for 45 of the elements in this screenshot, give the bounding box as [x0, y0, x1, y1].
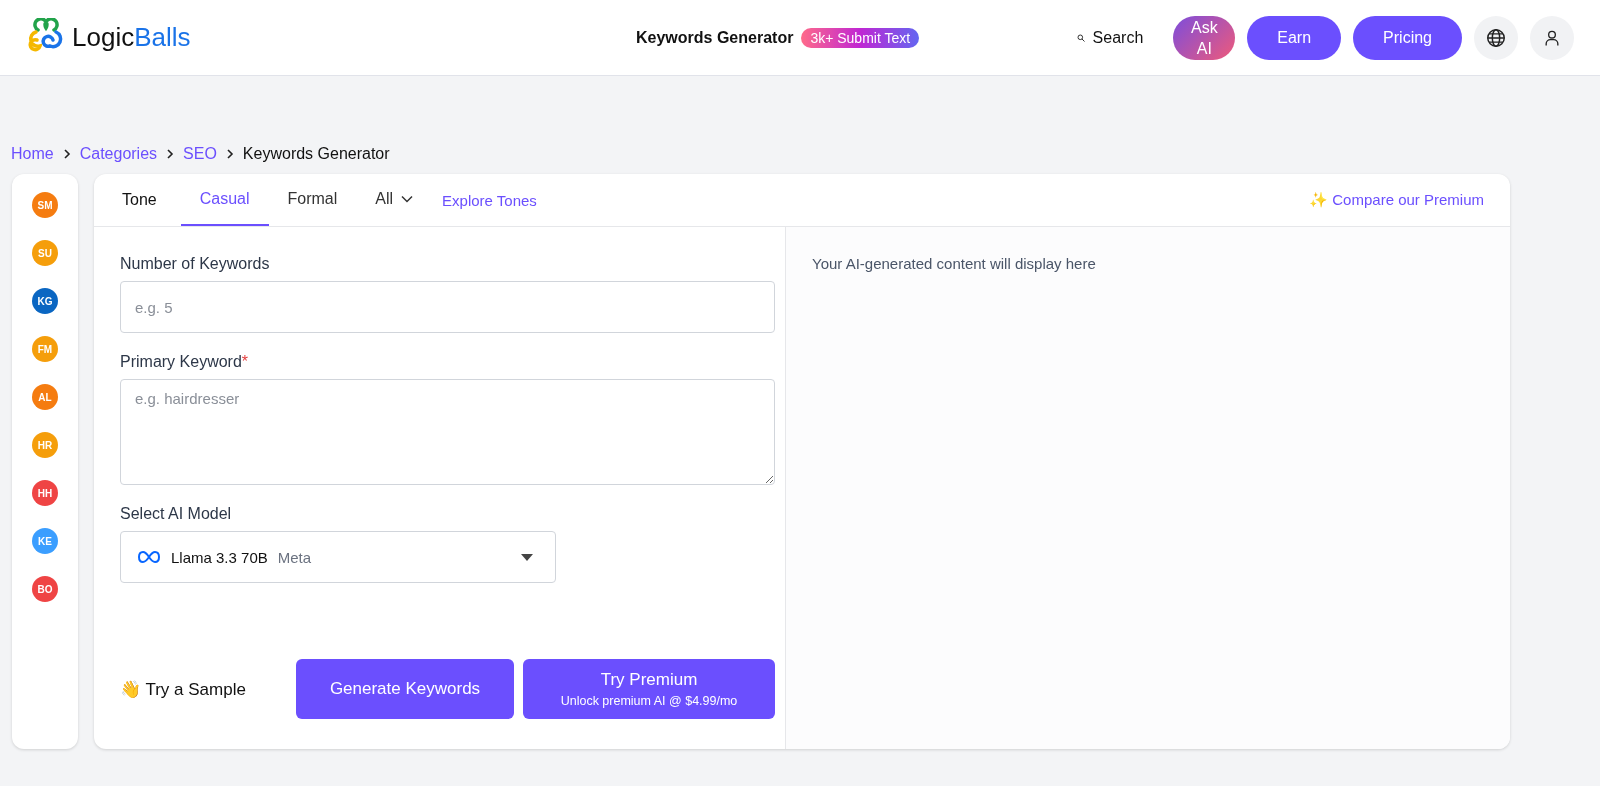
breadcrumb-current: Keywords Generator [242, 145, 390, 163]
submit-badge[interactable]: 3k+ Submit Text [801, 27, 920, 48]
logo-wordmark[interactable]: LogicBalls [72, 22, 191, 53]
avatar-circle[interactable]: AL [32, 384, 58, 410]
model-select[interactable]: Llama 3.3 70B Meta [120, 531, 556, 583]
compare-premium-link[interactable]: ✨ Compare our Premium [1309, 174, 1484, 226]
input-field[interactable]: e.g. 5 [120, 281, 775, 333]
chevron-right-icon [165, 148, 176, 160]
chevron-right-icon [224, 148, 235, 160]
field-label: Primary Keyword* [120, 353, 249, 371]
avatar-circle[interactable]: KE [32, 528, 58, 554]
search-button[interactable]: Search [1070, 27, 1150, 48]
ask-ai-button[interactable]: Ask AI [1173, 15, 1236, 60]
avatar-circle[interactable]: SM [32, 192, 58, 218]
textarea-field[interactable]: e.g. hairdresser [120, 379, 775, 485]
breadcrumb-link[interactable]: SEO [183, 145, 217, 163]
caret-icon [521, 553, 533, 561]
tone-dropdown[interactable]: All [356, 174, 433, 226]
chevron-right-icon [61, 148, 72, 160]
field-label: Select AI Model [120, 505, 232, 523]
tone-label: Tone [122, 190, 157, 210]
nav-button[interactable]: Pricing [1353, 15, 1462, 60]
avatar-circle[interactable]: KG [32, 288, 58, 314]
explore-tones-link[interactable]: Explore Tones [442, 174, 537, 226]
globe-icon [1485, 26, 1507, 49]
generate-button[interactable]: Generate Keywords [296, 659, 514, 719]
page-title: Keywords Generator [636, 28, 794, 47]
field-label: Number of Keywords [120, 255, 270, 273]
tone-tab[interactable]: Formal [268, 174, 357, 226]
breadcrumb-link[interactable]: Categories [79, 145, 158, 163]
language-button[interactable] [1474, 15, 1518, 60]
search-icon [1076, 33, 1085, 42]
output-field: Your AI-generated content will display here [786, 227, 1510, 749]
avatar-circle[interactable]: HH [32, 480, 58, 506]
try-sample-link[interactable]: 👋 Try a Sample [120, 678, 296, 700]
try-premium-button[interactable]: Try Premium Unlock premium AI @ $4.99/mo [523, 659, 775, 719]
chevron-down-icon [401, 195, 414, 203]
infinity-icon [137, 550, 161, 564]
avatar-circle[interactable]: BO [32, 576, 58, 602]
model-name: Llama 3.3 70B [171, 548, 268, 566]
tone-tab[interactable]: Casual [180, 174, 269, 226]
model-vendor: Meta [277, 548, 312, 566]
breadcrumb-link[interactable]: Home [11, 145, 54, 163]
nav-button[interactable]: Earn [1247, 15, 1342, 60]
account-button[interactable] [1530, 15, 1574, 60]
